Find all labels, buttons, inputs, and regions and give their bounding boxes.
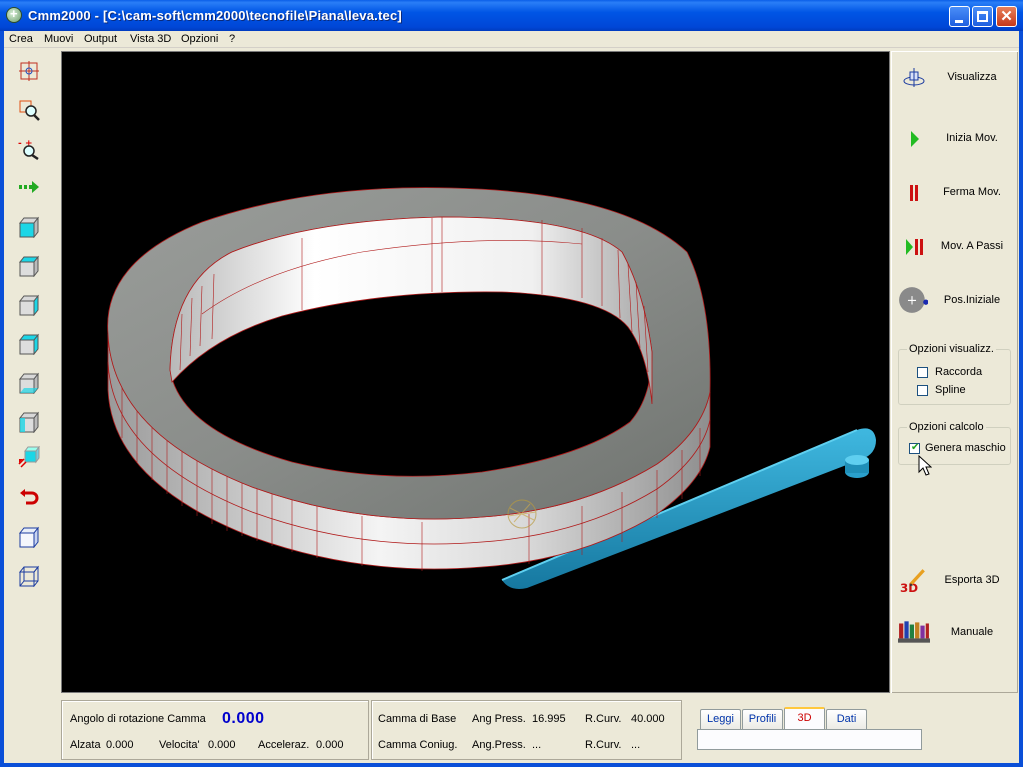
alzata-label: Alzata — [70, 739, 101, 751]
view-front-cube-icon[interactable] — [18, 216, 40, 238]
export-3d-icon: 3D — [900, 569, 925, 594]
inizia-mov-label: Inizia Mov. — [946, 132, 998, 144]
svg-text:+: + — [907, 293, 918, 308]
spline-checkbox[interactable] — [917, 385, 928, 396]
menu-output[interactable]: Output — [84, 33, 117, 45]
menu-help[interactable]: ? — [229, 33, 235, 45]
genera-maschio-checkbox[interactable] — [909, 442, 920, 454]
view-3d-icon — [903, 68, 925, 87]
pause-icon — [910, 185, 918, 201]
window-border-right — [1019, 31, 1023, 767]
view-side-cube-icon[interactable] — [18, 294, 40, 316]
window-title: Cmm2000 - [C:\cam-soft\cmm2000\tecnofile… — [28, 8, 402, 23]
view-top-cube-icon[interactable] — [18, 255, 40, 277]
mouse-cursor-icon — [918, 455, 932, 476]
rcurv2-value: ... — [631, 739, 641, 751]
view-back-cube-icon[interactable] — [18, 333, 40, 355]
view-iso-cube-icon[interactable] — [18, 446, 40, 468]
velocita-label: Velocita' — [159, 739, 200, 751]
pos-iniziale-label: Pos.Iniziale — [943, 294, 1001, 306]
maximize-button[interactable] — [972, 6, 993, 27]
spline-label[interactable]: Spline — [935, 384, 966, 396]
visualizza-label: Visualizza — [947, 71, 997, 83]
tab-dati[interactable]: Dati — [826, 709, 867, 729]
cam-3d-render — [107, 187, 876, 589]
minimize-icon — [955, 20, 963, 23]
ang-press2-label: Ang.Press. — [472, 739, 526, 751]
rcurv-value: 40.000 — [631, 713, 665, 725]
play-icon — [911, 131, 919, 147]
view-right-cube-icon[interactable] — [18, 411, 40, 433]
opzioni-calcolo-group: Opzioni calcolo Genera maschio — [898, 421, 1011, 465]
mov-a-passi-button[interactable]: Mov. A Passi — [896, 230, 1014, 264]
left-toolbar: - + — [4, 48, 60, 694]
close-button[interactable]: ✕ — [996, 6, 1017, 27]
ang-press-value: 16.995 — [532, 713, 566, 725]
rcurv2-label: R.Curv. — [585, 739, 622, 751]
move-center-icon[interactable] — [18, 60, 40, 82]
books-icon — [898, 621, 930, 643]
tab-panel — [697, 729, 922, 750]
acceleraz-value: 0.000 — [316, 739, 344, 751]
close-icon: ✕ — [1000, 8, 1013, 25]
esporta-3d-label: Esporta 3D — [944, 574, 1000, 586]
ang-press-label: Ang Press. — [472, 713, 526, 725]
opzioni-visualizz-group: Opzioni visualizz. Raccorda Spline — [898, 343, 1011, 405]
opzioni-calcolo-legend: Opzioni calcolo — [907, 421, 986, 433]
opzioni-visualizz-legend: Opzioni visualizz. — [907, 343, 996, 355]
window-border-left — [0, 31, 4, 767]
window-border-bottom — [0, 763, 1023, 767]
right-panel: Visualizza Inizia Mov. Ferma Mov. Mov. A… — [891, 51, 1018, 693]
velocita-value: 0.000 — [208, 739, 236, 751]
zoom-in-out-icon[interactable]: - + — [18, 138, 40, 160]
acceleraz-label: Acceleraz. — [258, 739, 310, 751]
inizia-mov-button[interactable]: Inizia Mov. — [896, 122, 1014, 156]
maximize-icon — [977, 11, 988, 22]
svg-text:-: - — [18, 139, 22, 149]
export-3d-icon-text: 3D — [900, 581, 918, 594]
camma-panel: Camma di Base Ang Press. 16.995 R.Curv. … — [371, 700, 682, 760]
minimize-button[interactable] — [949, 6, 970, 27]
wireframe-cube-icon[interactable] — [18, 565, 40, 587]
menu-crea[interactable]: Crea — [9, 33, 33, 45]
app-icon[interactable] — [6, 6, 22, 23]
ferma-mov-label: Ferma Mov. — [943, 186, 1001, 198]
manuale-button[interactable]: Manuale — [896, 616, 1014, 650]
zoom-window-icon[interactable] — [18, 99, 40, 121]
ferma-mov-button[interactable]: Ferma Mov. — [896, 176, 1014, 210]
title-bar: Cmm2000 - [C:\cam-soft\cmm2000\tecnofile… — [0, 0, 1023, 31]
pan-arrow-icon[interactable] — [18, 176, 40, 198]
angolo-label: Angolo di rotazione Camma — [70, 713, 206, 725]
esporta-3d-button[interactable]: 3D Esporta 3D — [896, 564, 1014, 598]
menu-bar: Crea Muovi Output Vista 3D Opzioni ? — [0, 31, 1023, 48]
camma-base-label: Camma di Base — [378, 713, 457, 725]
rcurv-label: R.Curv. — [585, 713, 622, 725]
genera-maschio-label[interactable]: Genera maschio — [925, 442, 1006, 454]
tab-3d[interactable]: 3D — [784, 707, 825, 729]
initial-position-icon: + — [899, 287, 928, 313]
angolo-panel: Angolo di rotazione Camma 0.000 Alzata 0… — [61, 700, 369, 760]
ang-press2-value: ... — [532, 739, 542, 751]
angolo-value: 0.000 — [222, 710, 265, 727]
3d-viewport[interactable] — [61, 51, 890, 693]
raccorda-label[interactable]: Raccorda — [935, 366, 982, 378]
shaded-cube-icon[interactable] — [18, 526, 40, 548]
pos-iniziale-button[interactable]: + Pos.Iniziale — [896, 284, 1014, 318]
camma-coniug-label: Camma Coniug. — [378, 739, 458, 751]
alzata-value: 0.000 — [106, 739, 134, 751]
undo-rotate-icon[interactable] — [18, 487, 40, 509]
raccorda-checkbox[interactable] — [917, 367, 928, 378]
menu-vista-3d[interactable]: Vista 3D — [130, 33, 171, 45]
manuale-label: Manuale — [950, 626, 994, 638]
tab-profili[interactable]: Profili — [742, 709, 783, 729]
menu-muovi[interactable]: Muovi — [44, 33, 73, 45]
view-bottom-cube-icon[interactable] — [18, 372, 40, 394]
tab-leggi[interactable]: Leggi — [700, 709, 741, 729]
visualizza-button[interactable]: Visualizza — [896, 61, 1014, 95]
step-icon — [906, 239, 923, 255]
mov-a-passi-label: Mov. A Passi — [940, 240, 1004, 252]
menu-opzioni[interactable]: Opzioni — [181, 33, 218, 45]
